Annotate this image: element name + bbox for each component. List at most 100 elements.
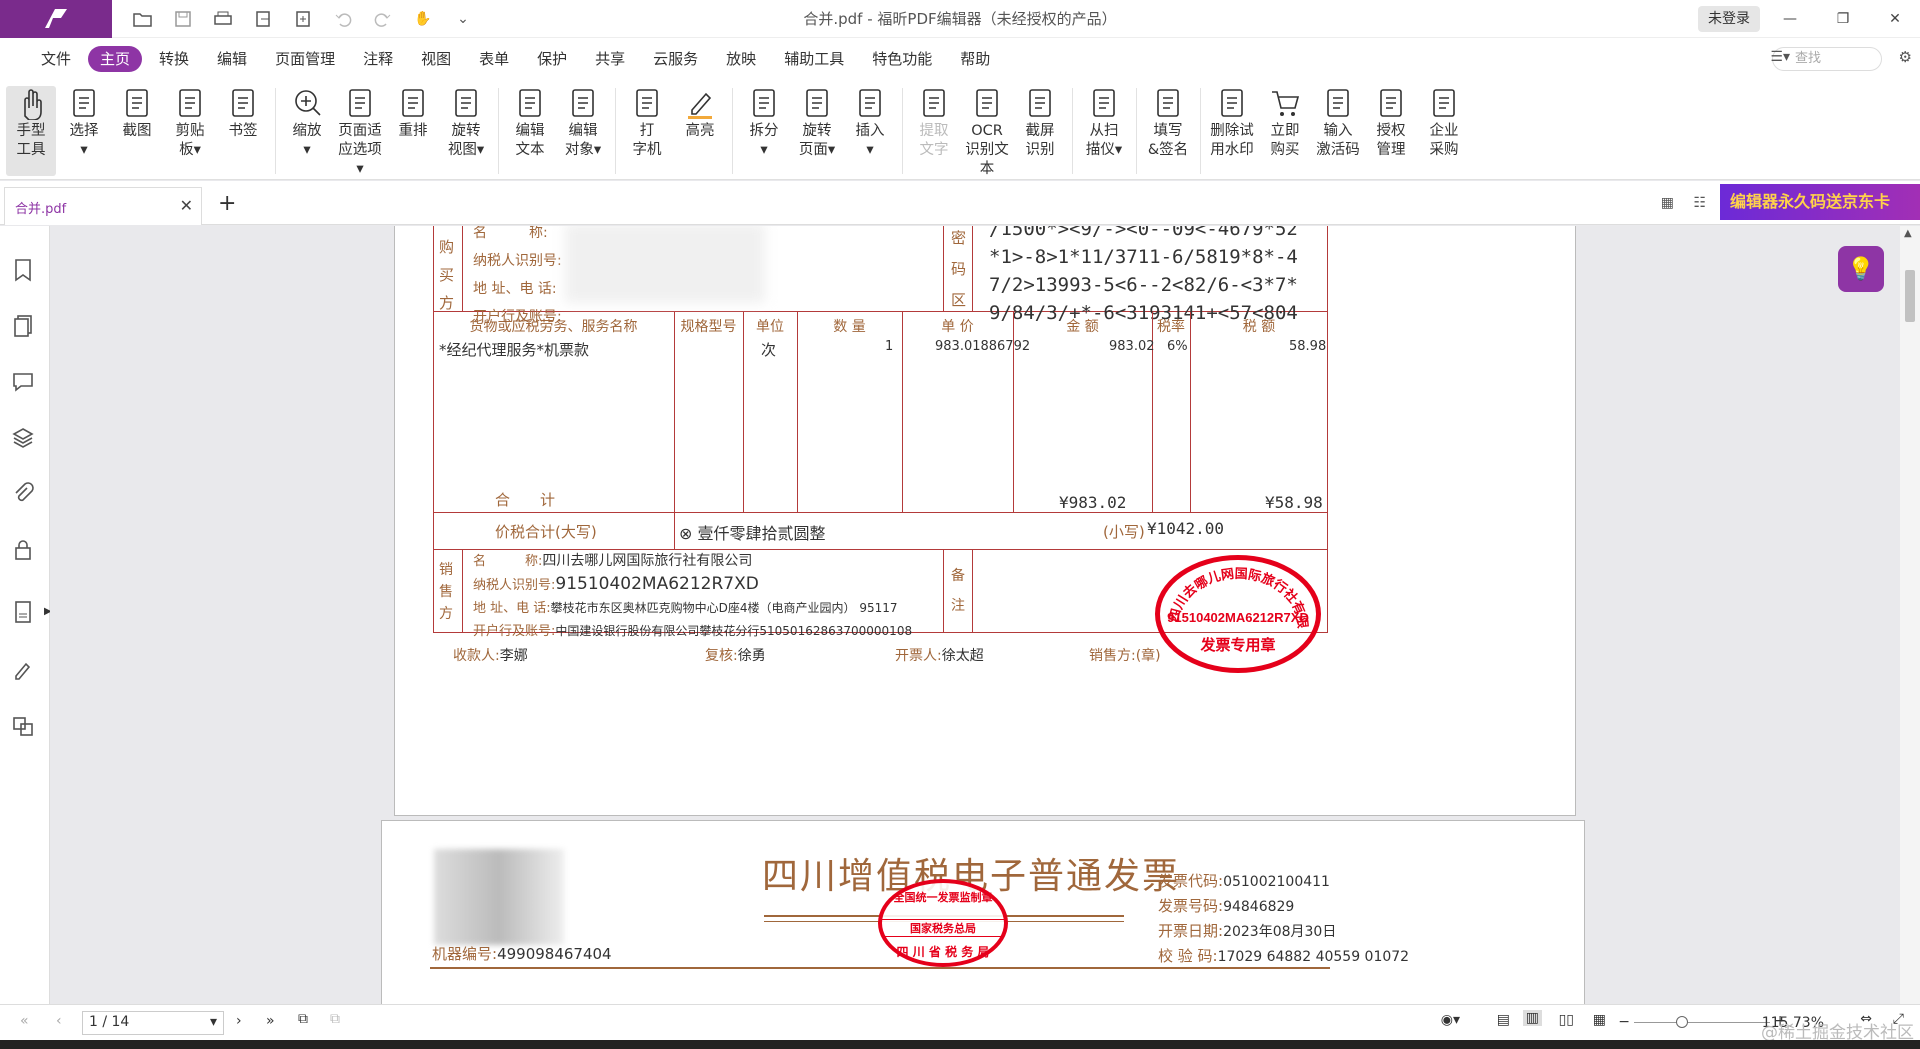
comments-panel-icon[interactable] [12, 370, 38, 396]
ribbon-button-license[interactable]: 授权 管理 [1366, 86, 1416, 160]
menu-1[interactable]: 主页 [88, 46, 143, 72]
prev-page-icon[interactable]: ‹ [56, 1013, 62, 1029]
page-view-icon[interactable]: ⧉ [298, 1011, 308, 1027]
thumbnail-grid-icon[interactable]: ▦ [1661, 195, 1674, 211]
menu-0[interactable]: 文件 [30, 46, 82, 72]
minimize-icon[interactable]: — [1765, 0, 1815, 38]
export-icon[interactable] [250, 6, 276, 32]
invoice-meta-field: 发票代码:051002100411 [1158, 869, 1409, 894]
ribbon-button-rotate-view[interactable]: 旋转 视图▾ [441, 86, 491, 160]
ribbon-button-highlight[interactable]: 高亮 [675, 86, 725, 141]
scrollbar-thumb[interactable] [1905, 270, 1915, 322]
search-options-icon[interactable]: ☰▾ [1770, 49, 1790, 65]
customize-chevron-icon[interactable]: ⌄ [450, 6, 476, 32]
signature-panel-icon[interactable] [12, 658, 38, 684]
assistant-lightbulb-icon[interactable]: 💡 [1838, 246, 1884, 292]
ribbon-button-clipboard[interactable]: 剪贴 板▾ [165, 86, 215, 160]
menu-4[interactable]: 页面管理 [264, 46, 346, 72]
ribbon-label-line1: 剪贴 [175, 123, 205, 139]
ribbon-button-edit-text[interactable]: 编辑 文本 [505, 86, 555, 160]
security-panel-icon[interactable] [12, 538, 38, 564]
scroll-up-icon[interactable]: ▲ [1904, 228, 1912, 239]
ribbon-button-bookmark[interactable]: 书签 [218, 86, 268, 141]
redo-icon[interactable] [370, 6, 396, 32]
ribbon-button-ocr[interactable]: OCR 识别文本 [962, 86, 1012, 179]
zoom-out-icon[interactable]: − [1618, 1014, 1630, 1030]
ribbon-button-split[interactable]: 拆分 ▾ [739, 86, 789, 160]
open-icon[interactable] [130, 6, 156, 32]
ribbon-button-fill-sign[interactable]: 填写 &签名 [1143, 86, 1193, 160]
menu-9[interactable]: 共享 [584, 46, 636, 72]
tab-list-icon[interactable]: ☷ [1693, 195, 1706, 211]
continuous-page-icon[interactable]: ▥ [1522, 1010, 1542, 1026]
settings-gear-icon[interactable]: ⚙ [1899, 48, 1912, 66]
ribbon-button-extract-text[interactable]: 提取 文字 [909, 86, 959, 160]
facing-page-icon[interactable]: ▯▯ [1559, 1012, 1574, 1028]
page-number-input[interactable]: 1 / 14 ▾ [82, 1011, 224, 1035]
ribbon-button-screenshot[interactable]: 截图 [112, 86, 162, 141]
first-page-icon[interactable]: « [20, 1013, 29, 1029]
menu-12[interactable]: 辅助工具 [773, 46, 855, 72]
ribbon-button-insert[interactable]: 插入 ▾ [845, 86, 895, 160]
ribbon-button-cart[interactable]: 立即 购买 [1260, 86, 1310, 160]
last-page-icon[interactable]: » [266, 1013, 275, 1029]
ribbon-label-line1: 缩放 [292, 123, 322, 139]
ribbon-button-remove-watermark[interactable]: 删除试 用水印 [1207, 86, 1257, 160]
ribbon-button-edit-object[interactable]: 编辑 对象▾ [558, 86, 608, 160]
payee-label: 收款人: [453, 648, 500, 664]
zoom-slider[interactable] [1634, 1022, 1770, 1023]
attachments-panel-icon[interactable] [12, 482, 38, 508]
ribbon-button-zoom[interactable]: 缩放 ▾ [282, 86, 332, 160]
document-viewer[interactable]: 购买方 名 称: 纳税人识别号: 地 址、电 话: 开户行及账号: 密码区 /1500… [50, 226, 1900, 1004]
menu-10[interactable]: 云服务 [642, 46, 709, 72]
ribbon-button-rotate-page[interactable]: 旋转 页面▾ [792, 86, 842, 160]
vertical-scrollbar[interactable]: ▲ [1900, 226, 1920, 1004]
menu-2[interactable]: 转换 [148, 46, 200, 72]
menu-11[interactable]: 放映 [715, 46, 767, 72]
undo-icon[interactable] [330, 6, 356, 32]
drawer-label: 开票人: [895, 648, 942, 664]
zoom-slider-thumb[interactable] [1676, 1016, 1688, 1028]
content-panel-icon[interactable] [12, 600, 38, 626]
login-button[interactable]: 未登录 [1698, 6, 1760, 32]
single-page-icon[interactable]: ▤ [1497, 1012, 1510, 1028]
ribbon-button-hand[interactable]: 手型 工具 [6, 86, 56, 176]
menu-5[interactable]: 注释 [352, 46, 404, 72]
ribbon-button-enterprise[interactable]: 企业 采购 [1419, 86, 1469, 160]
ribbon-button-scanner[interactable]: 从扫 描仪▾ [1079, 86, 1129, 160]
pages-panel-icon[interactable] [12, 314, 38, 340]
item-unit: 次 [761, 341, 777, 359]
compare-panel-icon[interactable] [12, 714, 38, 740]
restore-icon[interactable]: ❐ [1818, 0, 1868, 38]
close-icon[interactable]: ✕ [1870, 0, 1920, 38]
menu-7[interactable]: 表单 [468, 46, 520, 72]
next-page-icon[interactable]: › [236, 1013, 242, 1029]
layers-panel-icon[interactable] [12, 426, 38, 452]
menu-8[interactable]: 保护 [526, 46, 578, 72]
menu-14[interactable]: 帮助 [949, 46, 1001, 72]
ocr-icon [976, 89, 998, 117]
tax-seal-bottom: 四 川 省 税 务 局 [896, 945, 990, 959]
page-view-alt-icon[interactable]: ⧉ [330, 1011, 340, 1027]
menu-3[interactable]: 编辑 [206, 46, 258, 72]
ribbon-button-screen-ocr[interactable]: 截屏 识别 [1015, 86, 1065, 160]
hand-tool-icon[interactable]: ✋ [410, 6, 436, 32]
new-page-icon[interactable] [290, 6, 316, 32]
document-tab[interactable]: 合并.pdf ✕ [4, 187, 202, 225]
save-icon[interactable] [170, 6, 196, 32]
ribbon-button-fit-page[interactable]: 页面适 应选项▾ [335, 86, 385, 179]
ribbon-button-activation[interactable]: 输入 激活码 [1313, 86, 1363, 160]
ribbon-button-select-text[interactable]: 选择 ▾ [59, 86, 109, 160]
app-logo[interactable] [0, 0, 112, 38]
bookmark-panel-icon[interactable] [12, 258, 38, 284]
print-icon[interactable] [210, 6, 236, 32]
read-mode-icon[interactable]: ◉▾ [1441, 1012, 1460, 1028]
promo-banner[interactable]: 编辑器永久码送京东卡 [1720, 184, 1920, 220]
ribbon-button-reflow[interactable]: 重排 [388, 86, 438, 141]
continuous-facing-icon[interactable]: ▦ [1593, 1012, 1606, 1028]
ribbon-button-typewriter[interactable]: 打字机 [622, 86, 672, 160]
add-tab-icon[interactable]: + [218, 191, 236, 216]
menu-13[interactable]: 特色功能 [861, 46, 943, 72]
close-tab-icon[interactable]: ✕ [180, 196, 193, 215]
menu-6[interactable]: 视图 [410, 46, 462, 72]
